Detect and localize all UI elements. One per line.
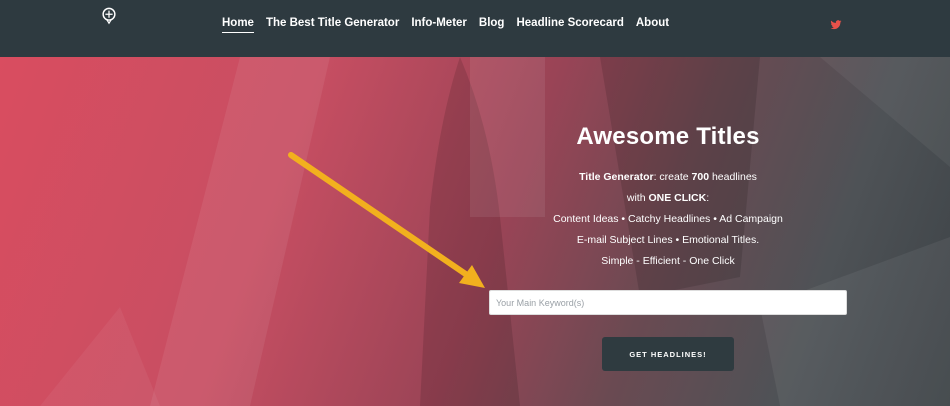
get-headlines-button[interactable]: GET HEADLINES! bbox=[602, 337, 734, 371]
hero-line-1-count: 700 bbox=[691, 171, 710, 183]
hero-title: Awesome Titles bbox=[576, 123, 760, 150]
nav-about[interactable]: About bbox=[636, 17, 669, 33]
brain-bulb-icon[interactable] bbox=[100, 7, 118, 25]
nav-home[interactable]: Home bbox=[222, 17, 254, 33]
hero-line-1-strong: Title Generator bbox=[579, 171, 654, 183]
hero-description: Title Generator: create 700 headlines wi… bbox=[489, 167, 847, 272]
hero-line-4: E-mail Subject Lines • Emotional Titles. bbox=[576, 234, 760, 246]
nav-info-meter[interactable]: Info-Meter bbox=[411, 17, 467, 33]
hero-line-1: Title Generator: create 700 headlines bbox=[489, 167, 847, 188]
hero-section: Awesome Titles Title Generator: create 7… bbox=[0, 57, 950, 406]
hero-line-5: Simple - Efficient - One Click bbox=[601, 255, 735, 267]
top-navbar: Home The Best Title Generator Info-Meter… bbox=[0, 0, 950, 57]
nav-headline-scorecard[interactable]: Headline Scorecard bbox=[516, 17, 623, 33]
keyword-input[interactable] bbox=[489, 290, 847, 315]
hero-line-2: with ONE CLICK: bbox=[489, 188, 847, 209]
hero-line-1-text: : create bbox=[653, 171, 692, 183]
twitter-icon[interactable] bbox=[830, 19, 842, 31]
hero-line-1-tail: headlines bbox=[709, 171, 757, 183]
hero-content: Awesome Titles Title Generator: create 7… bbox=[489, 57, 847, 272]
hero-line-3: Content Ideas • Catchy Headlines • Ad Ca… bbox=[553, 213, 783, 225]
hero-line-2-text: with bbox=[626, 192, 649, 204]
nav-best-title-generator[interactable]: The Best Title Generator bbox=[266, 17, 399, 33]
nav-blog[interactable]: Blog bbox=[479, 17, 505, 33]
hero-line-2-tail: : bbox=[706, 192, 710, 204]
hero-line-2-strong: ONE CLICK bbox=[648, 192, 707, 204]
main-nav: Home The Best Title Generator Info-Meter… bbox=[222, 17, 669, 33]
